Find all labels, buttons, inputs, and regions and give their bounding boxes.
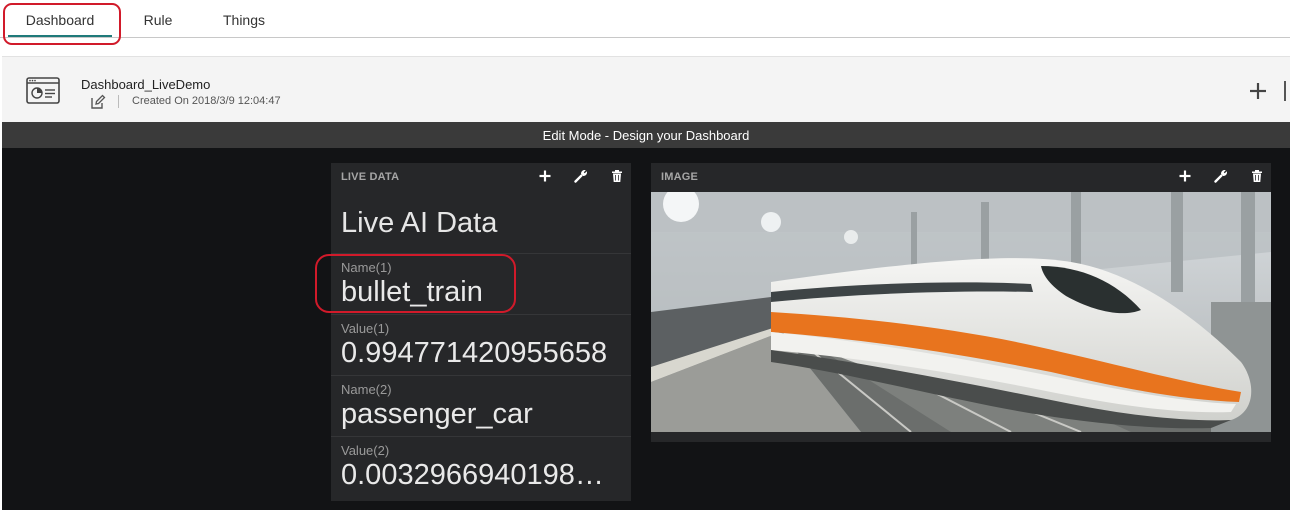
row-label: Value(2) xyxy=(341,443,390,458)
live-data-heading: Live AI Data xyxy=(341,207,498,239)
edit-icon[interactable] xyxy=(90,94,106,110)
widget-title: LIVE DATA xyxy=(341,171,400,183)
row-label: Value(1) xyxy=(341,321,390,336)
data-row-name-2: Name(2) passenger_car xyxy=(331,375,631,436)
wrench-icon[interactable] xyxy=(1214,169,1228,183)
row-value: 0.994771420955658 xyxy=(341,337,608,369)
row-value: 0.0032966940198… xyxy=(341,459,604,491)
plus-icon[interactable] xyxy=(538,169,552,183)
widget-header: LIVE DATA xyxy=(331,163,631,191)
widget-header: IMAGE xyxy=(651,163,1271,191)
divider xyxy=(118,95,119,108)
tab-rule[interactable]: Rule xyxy=(130,0,186,37)
row-label: Name(2) xyxy=(341,382,392,397)
live-data-widget: LIVE DATA Live AI Data Name(1) bullet_tr… xyxy=(315,163,631,501)
widget-title: IMAGE xyxy=(661,171,699,183)
row-label: Name(1) xyxy=(341,260,392,275)
dashboard-canvas: LIVE DATA Live AI Data Name(1) bullet_tr… xyxy=(2,148,1290,510)
created-on-text: Created On 2018/3/9 12:04:47 xyxy=(132,95,281,107)
image-widget: IMAGE xyxy=(651,163,1271,442)
created-on-label: Created On xyxy=(132,95,189,107)
row-value: passenger_car xyxy=(341,398,533,430)
trash-icon[interactable] xyxy=(610,169,624,183)
dashboard-header: Dashboard_LiveDemo Created On 2018/3/9 12… xyxy=(2,56,1290,123)
row-value: bullet_train xyxy=(341,276,483,308)
bullet-train-image xyxy=(651,192,1271,432)
add-widget-button[interactable] xyxy=(1248,81,1268,101)
dashboard-title: Dashboard_LiveDemo xyxy=(81,77,211,92)
data-row-name-1: Name(1) bullet_train xyxy=(315,253,631,314)
dashboard-icon xyxy=(26,77,60,104)
tab-things[interactable]: Things xyxy=(212,0,276,37)
edit-mode-banner: Edit Mode - Design your Dashboard xyxy=(2,122,1290,148)
created-on-value: 2018/3/9 12:04:47 xyxy=(191,95,281,107)
plus-icon[interactable] xyxy=(1178,169,1192,183)
trash-icon[interactable] xyxy=(1250,169,1264,183)
data-row-value-2: Value(2) 0.0032966940198… xyxy=(331,436,631,497)
toolbar-overflow[interactable] xyxy=(1284,81,1290,101)
tab-bar: Dashboard Rule Things xyxy=(0,0,1290,45)
tab-dashboard[interactable]: Dashboard xyxy=(8,0,112,37)
data-row-value-1: Value(1) 0.994771420955658 xyxy=(331,314,631,375)
wrench-icon[interactable] xyxy=(574,169,588,183)
